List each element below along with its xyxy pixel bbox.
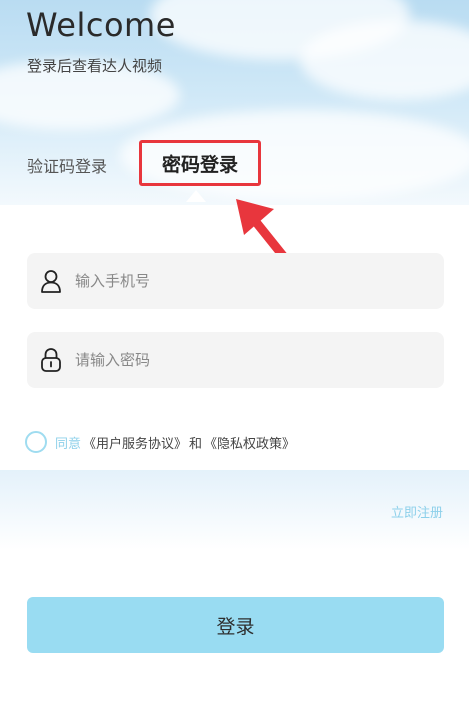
cloud	[300, 20, 469, 100]
tab-password-label: 密码登录	[161, 153, 238, 176]
tab-sms-login[interactable]: 验证码登录	[27, 153, 107, 177]
user-agreement-link[interactable]: 《用户服务协议》	[83, 433, 187, 452]
agreement-row: 同意 《用户服务协议》 和 《隐私权政策》	[25, 431, 295, 453]
password-input[interactable]	[75, 340, 415, 380]
page-title: Welcome	[26, 6, 176, 44]
tab-password-login[interactable]: 密码登录	[139, 140, 261, 186]
password-field[interactable]	[27, 332, 444, 388]
register-link[interactable]: 立即注册	[391, 502, 443, 521]
page-subtitle: 登录后查看达人视频	[27, 57, 163, 75]
agreement-checkbox[interactable]	[25, 431, 47, 453]
phone-input[interactable]	[75, 261, 415, 301]
active-tab-indicator	[186, 190, 206, 202]
user-icon	[27, 269, 75, 293]
lock-icon	[27, 347, 75, 373]
agree-label: 同意	[55, 436, 82, 452]
login-button-label: 登录	[216, 615, 255, 638]
login-button[interactable]: 登录	[27, 597, 444, 653]
privacy-policy-link[interactable]: 《隐私权政策》	[204, 433, 295, 452]
phone-field[interactable]	[27, 253, 444, 309]
agreement-and-label: 和	[189, 436, 203, 452]
